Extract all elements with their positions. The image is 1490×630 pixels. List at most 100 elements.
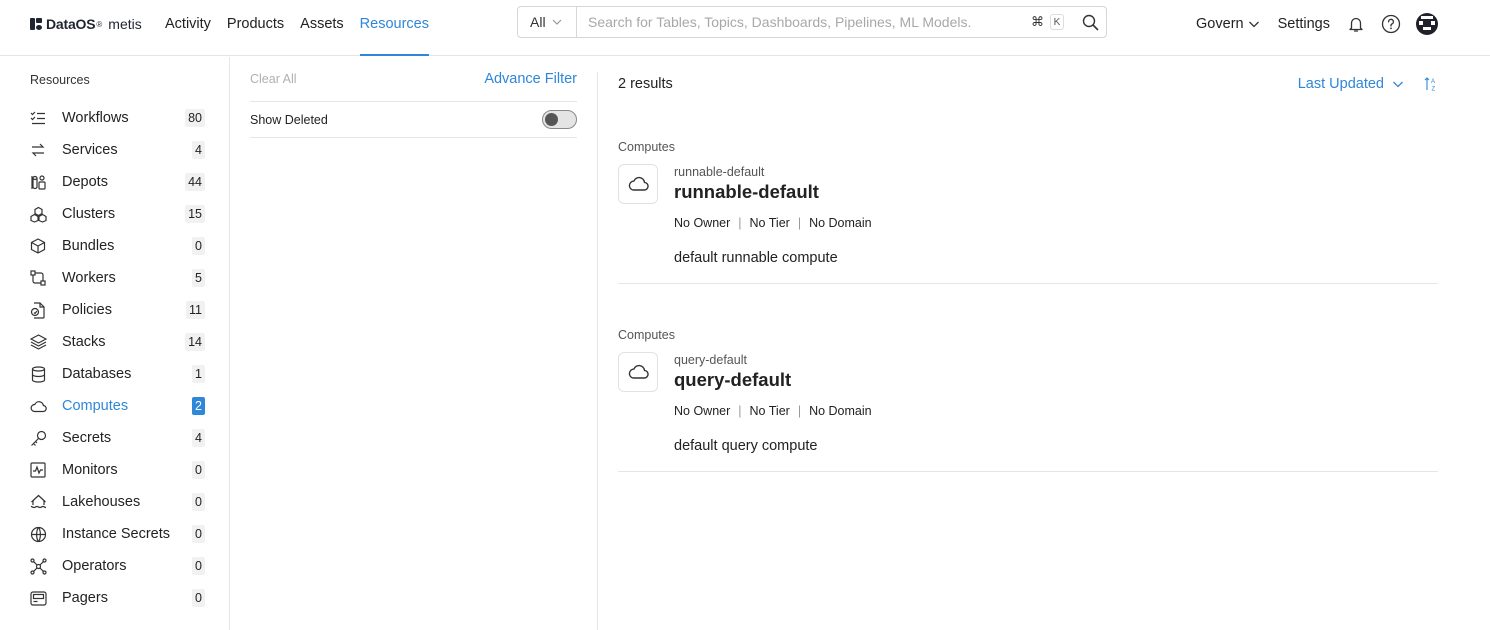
- sidebar-item-label: Instance Secrets: [62, 526, 170, 542]
- show-deleted-row: Show Deleted: [250, 102, 577, 138]
- count-badge: 5: [192, 269, 205, 287]
- sidebar-item-depots[interactable]: Depots 44: [0, 166, 229, 198]
- sidebar-item-label: Computes: [62, 398, 129, 414]
- count-badge: 15: [185, 205, 205, 223]
- search-input[interactable]: [577, 7, 1029, 37]
- dataos-logo[interactable]: DataOS ® metis: [30, 14, 142, 34]
- nav-products[interactable]: Products: [227, 0, 284, 56]
- search-scope-value: All: [530, 14, 546, 30]
- filter-header: Clear All Advance Filter: [250, 71, 577, 102]
- filter-panel: Clear All Advance Filter Show Deleted: [250, 71, 577, 138]
- search-shortcut-hint: ⌘ K: [1029, 7, 1064, 37]
- user-avatar[interactable]: [1416, 13, 1438, 35]
- sort-order-icon[interactable]: AZ: [1424, 76, 1438, 92]
- nav-activity[interactable]: Activity: [165, 0, 211, 56]
- result-card[interactable]: Computes query-default query-default No …: [618, 284, 1438, 472]
- count-badge: 0: [192, 525, 205, 543]
- advance-filter-button[interactable]: Advance Filter: [484, 71, 577, 87]
- sidebar-item-bundles[interactable]: Bundles 0: [0, 230, 229, 262]
- sidebar-item-workflows[interactable]: Workflows 80: [0, 102, 229, 134]
- search-scope-select[interactable]: All: [518, 7, 577, 37]
- result-type: Computes: [618, 328, 675, 342]
- sidebar-item-label: Clusters: [62, 206, 116, 222]
- count-badge: 0: [192, 557, 205, 575]
- owner-label: No Owner: [674, 404, 731, 418]
- chevron-down-icon: [1248, 21, 1259, 28]
- operator-icon: [29, 557, 47, 575]
- service-icon: [29, 141, 47, 159]
- count-badge: 11: [186, 301, 205, 319]
- show-deleted-toggle[interactable]: [542, 110, 577, 129]
- workflow-icon: [29, 109, 47, 127]
- brand-name: DataOS: [46, 16, 96, 32]
- k-key: K: [1050, 14, 1064, 30]
- main-nav: Activity Products Assets Resources: [165, 0, 445, 56]
- sidebar-item-secrets[interactable]: Secrets 4: [0, 422, 229, 454]
- meta-separator: |: [738, 404, 742, 418]
- instance-secret-icon: [29, 525, 47, 543]
- count-badge: 0: [192, 237, 205, 255]
- database-icon: [29, 365, 47, 383]
- stack-icon: [29, 333, 47, 351]
- sidebar-item-label: Policies: [62, 302, 112, 318]
- count-badge: 14: [185, 333, 205, 351]
- sidebar-item-workers[interactable]: Workers 5: [0, 262, 229, 294]
- count-badge: 44: [185, 173, 205, 191]
- help-icon[interactable]: [1379, 12, 1403, 36]
- pager-icon: [29, 589, 47, 607]
- sidebar-item-label: Lakehouses: [62, 494, 141, 510]
- brand-registered-mark: ®: [96, 19, 103, 29]
- result-description: default runnable compute: [674, 250, 838, 266]
- monitor-icon: [29, 461, 47, 479]
- count-badge: 0: [192, 589, 205, 607]
- sort-dropdown[interactable]: Last Updated AZ: [1298, 76, 1438, 92]
- meta-separator: |: [797, 216, 802, 230]
- count-badge: 80: [185, 109, 205, 127]
- sidebar-item-stacks[interactable]: Stacks 14: [0, 326, 229, 358]
- count-badge: 0: [192, 493, 205, 511]
- sidebar-item-monitors[interactable]: Monitors 0: [0, 454, 229, 486]
- result-description: default query compute: [674, 438, 818, 454]
- cluster-icon: [29, 205, 47, 223]
- lakehouse-icon: [29, 493, 47, 511]
- svg-text:Z: Z: [1432, 87, 1436, 93]
- sidebar-item-databases[interactable]: Databases 1: [0, 358, 229, 390]
- nav-assets[interactable]: Assets: [300, 0, 344, 56]
- count-badge: 0: [192, 461, 205, 479]
- notification-bell-icon[interactable]: [1344, 12, 1368, 36]
- results-panel: 2 results Last Updated AZ Computes runna…: [618, 72, 1438, 472]
- result-fqn: query-default: [674, 353, 747, 367]
- sort-label: Last Updated: [1297, 76, 1384, 92]
- settings-link[interactable]: Settings: [1278, 16, 1330, 32]
- sidebar-item-lakehouses[interactable]: Lakehouses 0: [0, 486, 229, 518]
- clear-all-button[interactable]: Clear All: [250, 72, 297, 86]
- chevron-down-icon: [552, 19, 561, 25]
- sidebar-item-instance-secrets[interactable]: Instance Secrets 0: [0, 518, 229, 550]
- count-badge: 2: [192, 397, 205, 415]
- sidebar-item-policies[interactable]: Policies 11: [0, 294, 229, 326]
- show-deleted-label: Show Deleted: [250, 112, 328, 127]
- resources-sidebar: Resources Workflows 80 Services 4 Depots…: [0, 57, 230, 630]
- header-actions: Govern Settings: [1196, 12, 1438, 36]
- sidebar-item-pagers[interactable]: Pagers 0: [0, 582, 229, 614]
- result-meta: No Owner | No Tier | No Domain: [674, 216, 872, 230]
- cloud-icon: [29, 397, 47, 415]
- policy-icon: [29, 301, 47, 319]
- sidebar-item-label: Depots: [62, 174, 108, 190]
- govern-dropdown[interactable]: Govern: [1196, 16, 1260, 32]
- cloud-icon: [618, 164, 658, 204]
- sidebar-item-clusters[interactable]: Clusters 15: [0, 198, 229, 230]
- result-card[interactable]: Computes runnable-default runnable-defau…: [618, 96, 1438, 284]
- sidebar-item-label: Secrets: [62, 430, 112, 446]
- resource-type-list: Workflows 80 Services 4 Depots 44 Cluste…: [0, 102, 229, 614]
- nav-resources[interactable]: Resources: [359, 0, 430, 56]
- global-search: All ⌘ K: [517, 6, 1107, 38]
- result-title-link[interactable]: runnable-default: [674, 181, 819, 203]
- result-title-link[interactable]: query-default: [674, 369, 791, 391]
- search-icon[interactable]: [1074, 7, 1106, 37]
- sidebar-item-services[interactable]: Services 4: [0, 134, 229, 166]
- domain-label: No Domain: [809, 404, 872, 418]
- sidebar-item-operators[interactable]: Operators 0: [0, 550, 229, 582]
- sidebar-item-computes[interactable]: Computes 2: [0, 390, 229, 422]
- sidebar-item-label: Stacks: [62, 334, 106, 350]
